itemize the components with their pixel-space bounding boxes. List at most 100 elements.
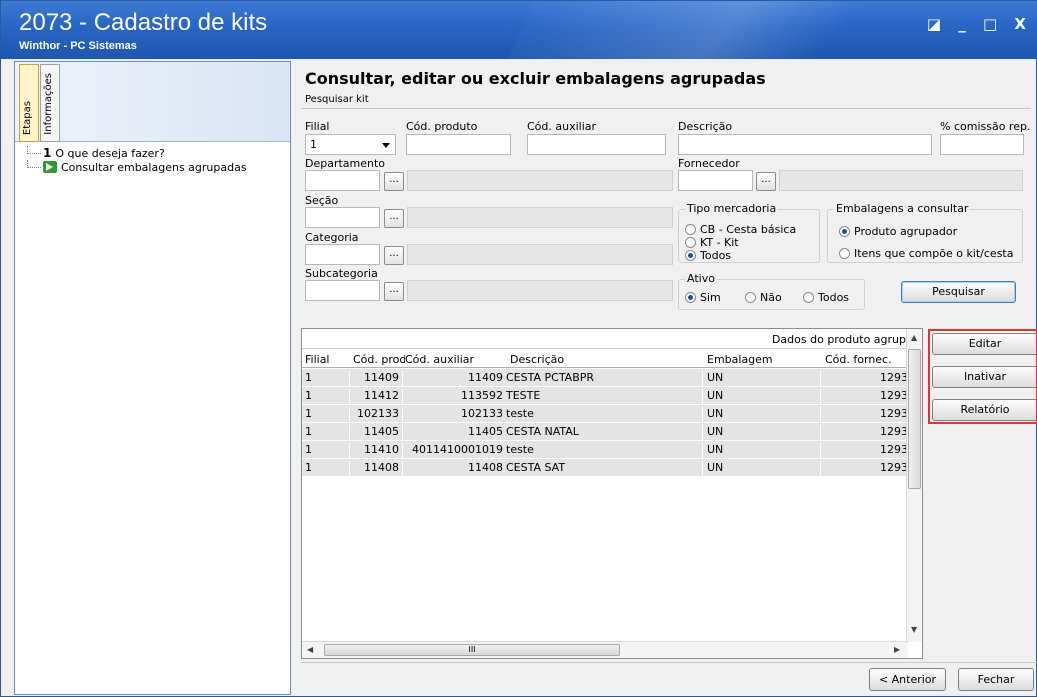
fornecedor-label: Fornecedor [678, 157, 740, 170]
results-grid[interactable]: Dados do produto agrup Filial Cód. produ… [301, 328, 923, 659]
cell-cod-auxiliar: 11408 [402, 461, 506, 477]
table-row[interactable]: 1 102133 102133 teste UN 1293 [302, 405, 908, 423]
tab-informacoes[interactable]: Informações [40, 64, 60, 142]
col-cod-auxiliar[interactable]: Cód. auxiliar [405, 353, 495, 366]
vertical-scroll-thumb[interactable] [908, 349, 921, 489]
categoria-lookup-button[interactable]: ... [384, 246, 404, 265]
group-title: Ativo [685, 272, 717, 285]
scroll-down-icon[interactable]: ▼ [911, 625, 917, 634]
cell-embalagem: UN [702, 461, 820, 477]
cell-cod-auxiliar: 102133 [402, 407, 506, 423]
comissao-label: % comissão rep. [940, 120, 1031, 133]
cell-cod-produto: 11405 [349, 425, 402, 441]
col-cod-produto[interactable]: Cód. produ [353, 353, 405, 366]
subcategoria-desc-field [407, 280, 673, 301]
categoria-label: Categoria [305, 231, 359, 244]
maximize-icon[interactable]: □ [983, 15, 1003, 33]
steps-panel: Etapas Informações 1 O que deseja fazer?… [14, 61, 291, 695]
table-row[interactable]: 1 11409 11409 CESTA PCTABPR UN 1293 [302, 369, 908, 387]
filial-value: 1 [310, 138, 317, 151]
cod-auxiliar-input[interactable] [527, 134, 666, 155]
col-embalagem[interactable]: Embalagem [707, 353, 817, 366]
group-title: Embalagens a consultar [834, 202, 971, 215]
step-2[interactable]: Consultar embalagens agrupadas [27, 160, 290, 174]
vertical-scrollbar[interactable]: ▲ ▼ [906, 329, 922, 642]
window-subtitle: Winthor - PC Sistemas [19, 40, 137, 52]
cell-cod-fornec: 1293 [820, 443, 908, 459]
cell-cod-auxiliar: 113592 [402, 389, 506, 405]
secao-desc-field [407, 207, 673, 228]
pesquisar-button[interactable]: Pesquisar [901, 281, 1016, 303]
descricao-input[interactable] [678, 134, 932, 155]
secao-lookup-button[interactable]: ... [384, 209, 404, 228]
radio-dot-selected [685, 250, 696, 261]
radio-ativo-nao[interactable]: Não [745, 291, 782, 304]
app-window: 2073 - Cadastro de kits Winthor - PC Sis… [0, 0, 1037, 697]
table-row[interactable]: 1 11408 11408 CESTA SAT UN 1293 [302, 459, 908, 477]
horizontal-scroll-thumb[interactable]: III [324, 644, 620, 656]
radio-label: Não [760, 291, 782, 304]
cell-embalagem: UN [702, 371, 820, 387]
step-1[interactable]: 1 O que deseja fazer? [27, 146, 290, 160]
page-title: Consultar, editar ou excluir embalagens … [305, 69, 766, 88]
fornecedor-desc-field [779, 170, 1023, 191]
departamento-lookup-button[interactable]: ... [384, 172, 404, 191]
subcategoria-lookup-button[interactable]: ... [384, 282, 404, 301]
steps-tree: 1 O que deseja fazer? Consultar embalage… [15, 146, 290, 174]
cell-filial: 1 [305, 425, 312, 438]
footer-divider [301, 662, 1037, 663]
table-row[interactable]: 1 11412 113592 TESTE UN 1293 [302, 387, 908, 405]
radio-produto-agrupador[interactable]: Produto agrupador [839, 225, 957, 238]
tab-informacoes-label: Informações [43, 73, 54, 135]
scroll-right-icon[interactable]: ▶ [894, 645, 900, 654]
categoria-code-input[interactable] [305, 244, 380, 265]
tab-etapas[interactable]: Etapas [19, 64, 39, 142]
col-filial[interactable]: Filial [305, 353, 345, 366]
fornecedor-lookup-button[interactable]: ... [756, 172, 776, 191]
cod-produto-label: Cód. produto [406, 120, 478, 133]
subcategoria-code-input[interactable] [305, 280, 380, 301]
radio-cesta-basica[interactable]: CB - Cesta básica [685, 223, 796, 236]
radio-dot [685, 237, 696, 248]
radio-label: Todos [818, 291, 850, 304]
radio-kit[interactable]: KT - Kit [685, 236, 739, 249]
cell-embalagem: UN [702, 407, 820, 423]
radio-label: Produto agrupador [854, 225, 958, 238]
col-descricao[interactable]: Descrição [510, 353, 690, 366]
group-title: Tipo mercadoria [685, 202, 779, 215]
cell-embalagem: UN [702, 425, 820, 441]
horizontal-scrollbar[interactable]: ◀ III ▶ [302, 641, 908, 658]
col-cod-fornec[interactable]: Cód. fornec. [825, 353, 905, 366]
cell-descricao: CESTA SAT [506, 461, 566, 474]
radio-ativo-sim[interactable]: Sim [685, 291, 721, 304]
restore-icon[interactable]: ◪ [927, 15, 947, 33]
filial-select[interactable]: 1 [305, 134, 396, 155]
radio-label: CB - Cesta básica [700, 223, 797, 236]
cell-filial: 1 [305, 461, 312, 474]
scroll-up-icon[interactable]: ▲ [911, 333, 917, 342]
departamento-code-input[interactable] [305, 170, 380, 191]
anterior-button[interactable]: < Anterior [869, 668, 946, 691]
close-icon[interactable]: X [1014, 15, 1032, 33]
cell-embalagem: UN [702, 389, 820, 405]
minimize-icon[interactable]: _ [958, 15, 972, 33]
table-row[interactable]: 1 11410 4011410001019 teste UN 1293 [302, 441, 908, 459]
secao-label: Seção [305, 194, 339, 207]
comissao-input[interactable] [940, 134, 1024, 155]
cell-filial: 1 [305, 371, 312, 384]
chevron-down-icon [382, 143, 390, 148]
radio-itens-kit[interactable]: Itens que compõe o kit/cesta [839, 247, 1013, 260]
cell-filial: 1 [305, 443, 312, 456]
table-row[interactable]: 1 11405 11405 CESTA NATAL UN 1293 [302, 423, 908, 441]
radio-ativo-todos[interactable]: Todos [803, 291, 849, 304]
radio-tipo-todos[interactable]: Todos [685, 249, 731, 262]
departamento-label: Departamento [305, 157, 386, 170]
fechar-button[interactable]: Fechar [958, 668, 1034, 691]
departamento-desc-field [407, 170, 673, 191]
cell-filial: 1 [305, 389, 312, 402]
radio-label: Sim [700, 291, 721, 304]
scroll-left-icon[interactable]: ◀ [307, 645, 313, 654]
secao-code-input[interactable] [305, 207, 380, 228]
fornecedor-code-input[interactable] [678, 170, 753, 191]
cod-produto-input[interactable] [406, 134, 511, 155]
